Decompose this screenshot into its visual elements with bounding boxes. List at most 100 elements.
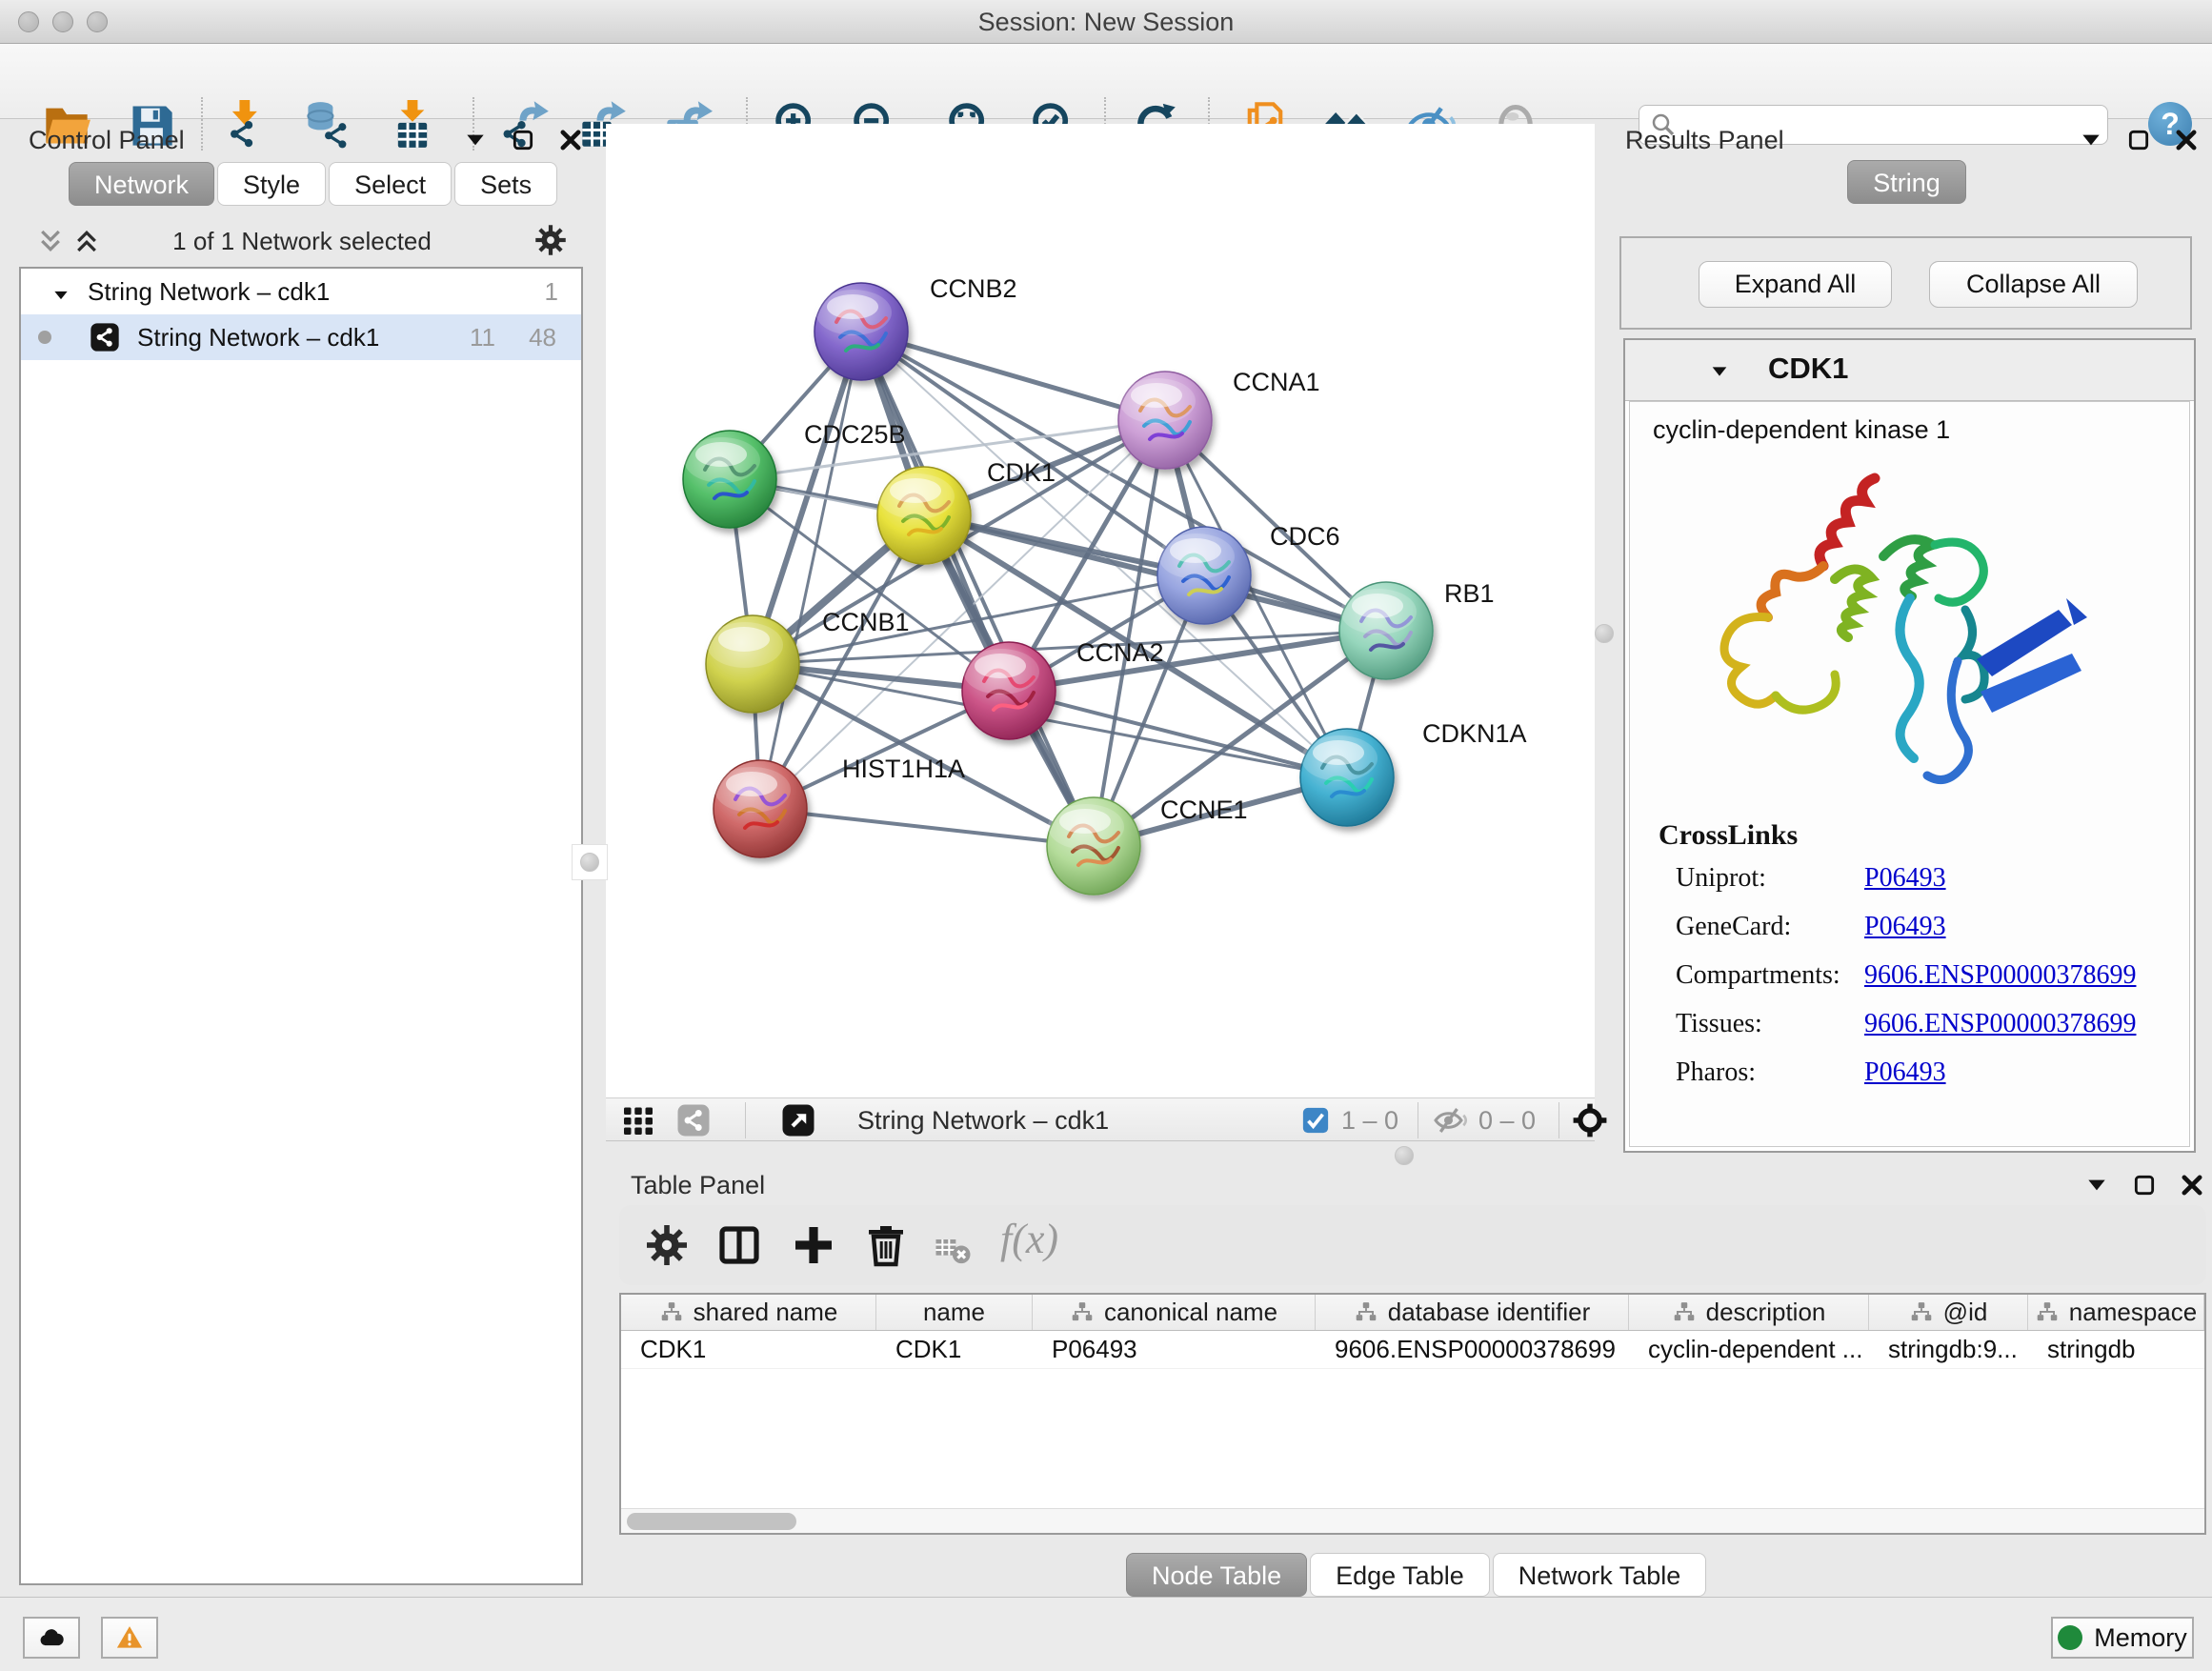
tree-icon xyxy=(1354,1300,1378,1325)
edge-HIST1H1A-CCNE1[interactable] xyxy=(760,809,1094,846)
panel-menu-icon[interactable] xyxy=(2079,128,2103,152)
crosslink-link[interactable]: P06493 xyxy=(1864,863,1946,894)
hidden-eye-icon[interactable] xyxy=(1433,1103,1467,1137)
table-horizontal-scrollbar[interactable] xyxy=(621,1508,2204,1533)
tab-network[interactable]: Network xyxy=(69,162,214,206)
column-header-canonical-name[interactable]: canonical name xyxy=(1033,1295,1316,1330)
table-cell[interactable]: CDK1 xyxy=(621,1331,876,1368)
selected-checkbox-icon[interactable] xyxy=(1301,1106,1330,1140)
delete-table-icon[interactable] xyxy=(934,1230,972,1276)
panel-float-icon[interactable] xyxy=(511,128,535,152)
node-HIST1H1A[interactable] xyxy=(714,760,807,857)
column-header-description[interactable]: description xyxy=(1629,1295,1869,1330)
table-toolbar: f(x) xyxy=(619,1205,2206,1285)
column-header-shared-name[interactable]: shared name xyxy=(621,1295,876,1330)
table-cell[interactable]: CDK1 xyxy=(876,1331,1033,1368)
panel-close-icon[interactable] xyxy=(2180,1173,2204,1198)
panel-close-icon[interactable] xyxy=(558,128,583,152)
crosslink-link[interactable]: 9606.ENSP00000378699 xyxy=(1864,1009,2136,1039)
node-CDKN1A[interactable] xyxy=(1300,729,1394,826)
network-overview-share-icon[interactable] xyxy=(676,1103,711,1137)
node-table[interactable]: shared namenamecanonical namedatabase id… xyxy=(619,1293,2206,1535)
center-view-crosshair-icon[interactable] xyxy=(1572,1102,1608,1137)
tab-select[interactable]: Select xyxy=(329,162,452,206)
tab-network-table[interactable]: Network Table xyxy=(1493,1553,1707,1597)
left-splitter-handle[interactable] xyxy=(572,844,608,880)
birdseye-grid-icon[interactable] xyxy=(621,1103,655,1137)
node-CCNE1[interactable] xyxy=(1047,797,1140,895)
edge-CCNB2-HIST1H1A[interactable] xyxy=(760,332,861,809)
network-canvas[interactable]: CCNB2CCNA1CDC25BCDK1CDC6RB1CCNB1CCNA2CDK… xyxy=(606,124,1595,1097)
network-collection-row[interactable]: String Network – cdk1 1 xyxy=(21,269,581,314)
create-column-plus-icon[interactable] xyxy=(791,1222,836,1268)
memory-button[interactable]: Memory xyxy=(2051,1617,2194,1659)
table-settings-gear-icon[interactable] xyxy=(644,1222,690,1268)
panel-menu-icon[interactable] xyxy=(463,128,488,152)
panel-float-icon[interactable] xyxy=(2126,128,2151,152)
tab-node-table[interactable]: Node Table xyxy=(1126,1553,1307,1597)
scrollbar-thumb[interactable] xyxy=(627,1513,796,1530)
tab-sets[interactable]: Sets xyxy=(454,162,557,206)
show-columns-icon[interactable] xyxy=(716,1222,762,1268)
network-row-selected[interactable]: String Network – cdk1 11 48 xyxy=(21,314,581,360)
tree-icon xyxy=(1672,1300,1697,1325)
tab-string[interactable]: String xyxy=(1847,160,1966,204)
protein-card: CDK1 cyclin-dependent kinase 1 xyxy=(1623,338,2196,1153)
column-header-name[interactable]: name xyxy=(876,1295,1033,1330)
node-label-CDKN1A: CDKN1A xyxy=(1422,719,1527,748)
table-cell[interactable]: P06493 xyxy=(1033,1331,1316,1368)
edge-CCNA1-CDC25B[interactable] xyxy=(730,420,1165,479)
network-options-gear-icon[interactable] xyxy=(533,223,568,257)
collapse-card-caret-icon[interactable] xyxy=(1709,361,1730,382)
collection-name: String Network – cdk1 xyxy=(88,277,330,307)
node-CDC25B[interactable] xyxy=(683,431,776,528)
node-CCNB1[interactable] xyxy=(706,615,799,713)
table-cell[interactable]: 9606.ENSP00000378699 xyxy=(1316,1331,1629,1368)
collection-count: 1 xyxy=(545,277,558,307)
node-CCNA2[interactable] xyxy=(962,642,1056,739)
panel-close-icon[interactable] xyxy=(2174,128,2199,152)
status-bar: Memory xyxy=(0,1597,2212,1671)
node-CCNA1[interactable] xyxy=(1118,372,1212,469)
crosslink-label: Tissues: xyxy=(1676,1009,1864,1039)
protein-structure-image xyxy=(1679,457,2099,808)
table-cell[interactable]: cyclin-dependent ... xyxy=(1629,1331,1869,1368)
hidden-node-edge-count: 0 – 0 xyxy=(1478,1106,1536,1136)
collapse-all-button[interactable]: Collapse All xyxy=(1929,261,2138,308)
delete-column-trash-icon[interactable] xyxy=(863,1222,909,1268)
panel-float-icon[interactable] xyxy=(2132,1173,2157,1198)
network-node-count: 11 xyxy=(470,323,495,352)
node-CDK1[interactable] xyxy=(877,467,971,564)
edge-CCNA1-HIST1H1A[interactable] xyxy=(760,420,1165,809)
crosslink-link[interactable]: P06493 xyxy=(1864,912,1946,942)
window-title: Session: New Session xyxy=(0,8,2212,37)
node-CDC6[interactable] xyxy=(1157,527,1251,624)
tab-style[interactable]: Style xyxy=(217,162,326,206)
node-RB1[interactable] xyxy=(1339,582,1433,679)
table-row[interactable]: CDK1CDK1P064939606.ENSP00000378699cyclin… xyxy=(621,1331,2204,1369)
crosslink-link[interactable]: P06493 xyxy=(1864,1057,1946,1088)
panel-menu-icon[interactable] xyxy=(2084,1173,2109,1198)
tab-edge-table[interactable]: Edge Table xyxy=(1310,1553,1490,1597)
protein-name: CDK1 xyxy=(1768,352,1848,386)
warnings-button[interactable] xyxy=(101,1617,158,1659)
memory-label: Memory xyxy=(2094,1623,2187,1653)
crosslink-row: Tissues:9606.ENSP00000378699 xyxy=(1676,1009,2170,1039)
protein-card-header[interactable]: CDK1 xyxy=(1625,340,2194,401)
table-cell[interactable]: stringdb:9... xyxy=(1869,1331,2028,1368)
cloud-button[interactable] xyxy=(23,1617,80,1659)
detach-view-icon[interactable] xyxy=(781,1103,815,1137)
table-cell[interactable]: stringdb xyxy=(2028,1331,2204,1368)
collection-caret-icon[interactable] xyxy=(51,282,70,301)
node-label-CDK1: CDK1 xyxy=(987,458,1056,487)
column-header--id[interactable]: @id xyxy=(1869,1295,2028,1330)
column-header-database-identifier[interactable]: database identifier xyxy=(1316,1295,1629,1330)
expand-all-button[interactable]: Expand All xyxy=(1699,261,1892,308)
node-label-CDC25B: CDC25B xyxy=(804,420,906,449)
node-CCNB2[interactable] xyxy=(814,283,908,380)
bottom-splitter-handle[interactable] xyxy=(1395,1146,1414,1165)
tree-icon xyxy=(1070,1300,1095,1325)
column-header-namespace[interactable]: namespace xyxy=(2028,1295,2204,1330)
function-builder-icon[interactable]: f(x) xyxy=(1000,1215,1058,1263)
crosslink-link[interactable]: 9606.ENSP00000378699 xyxy=(1864,960,2136,991)
